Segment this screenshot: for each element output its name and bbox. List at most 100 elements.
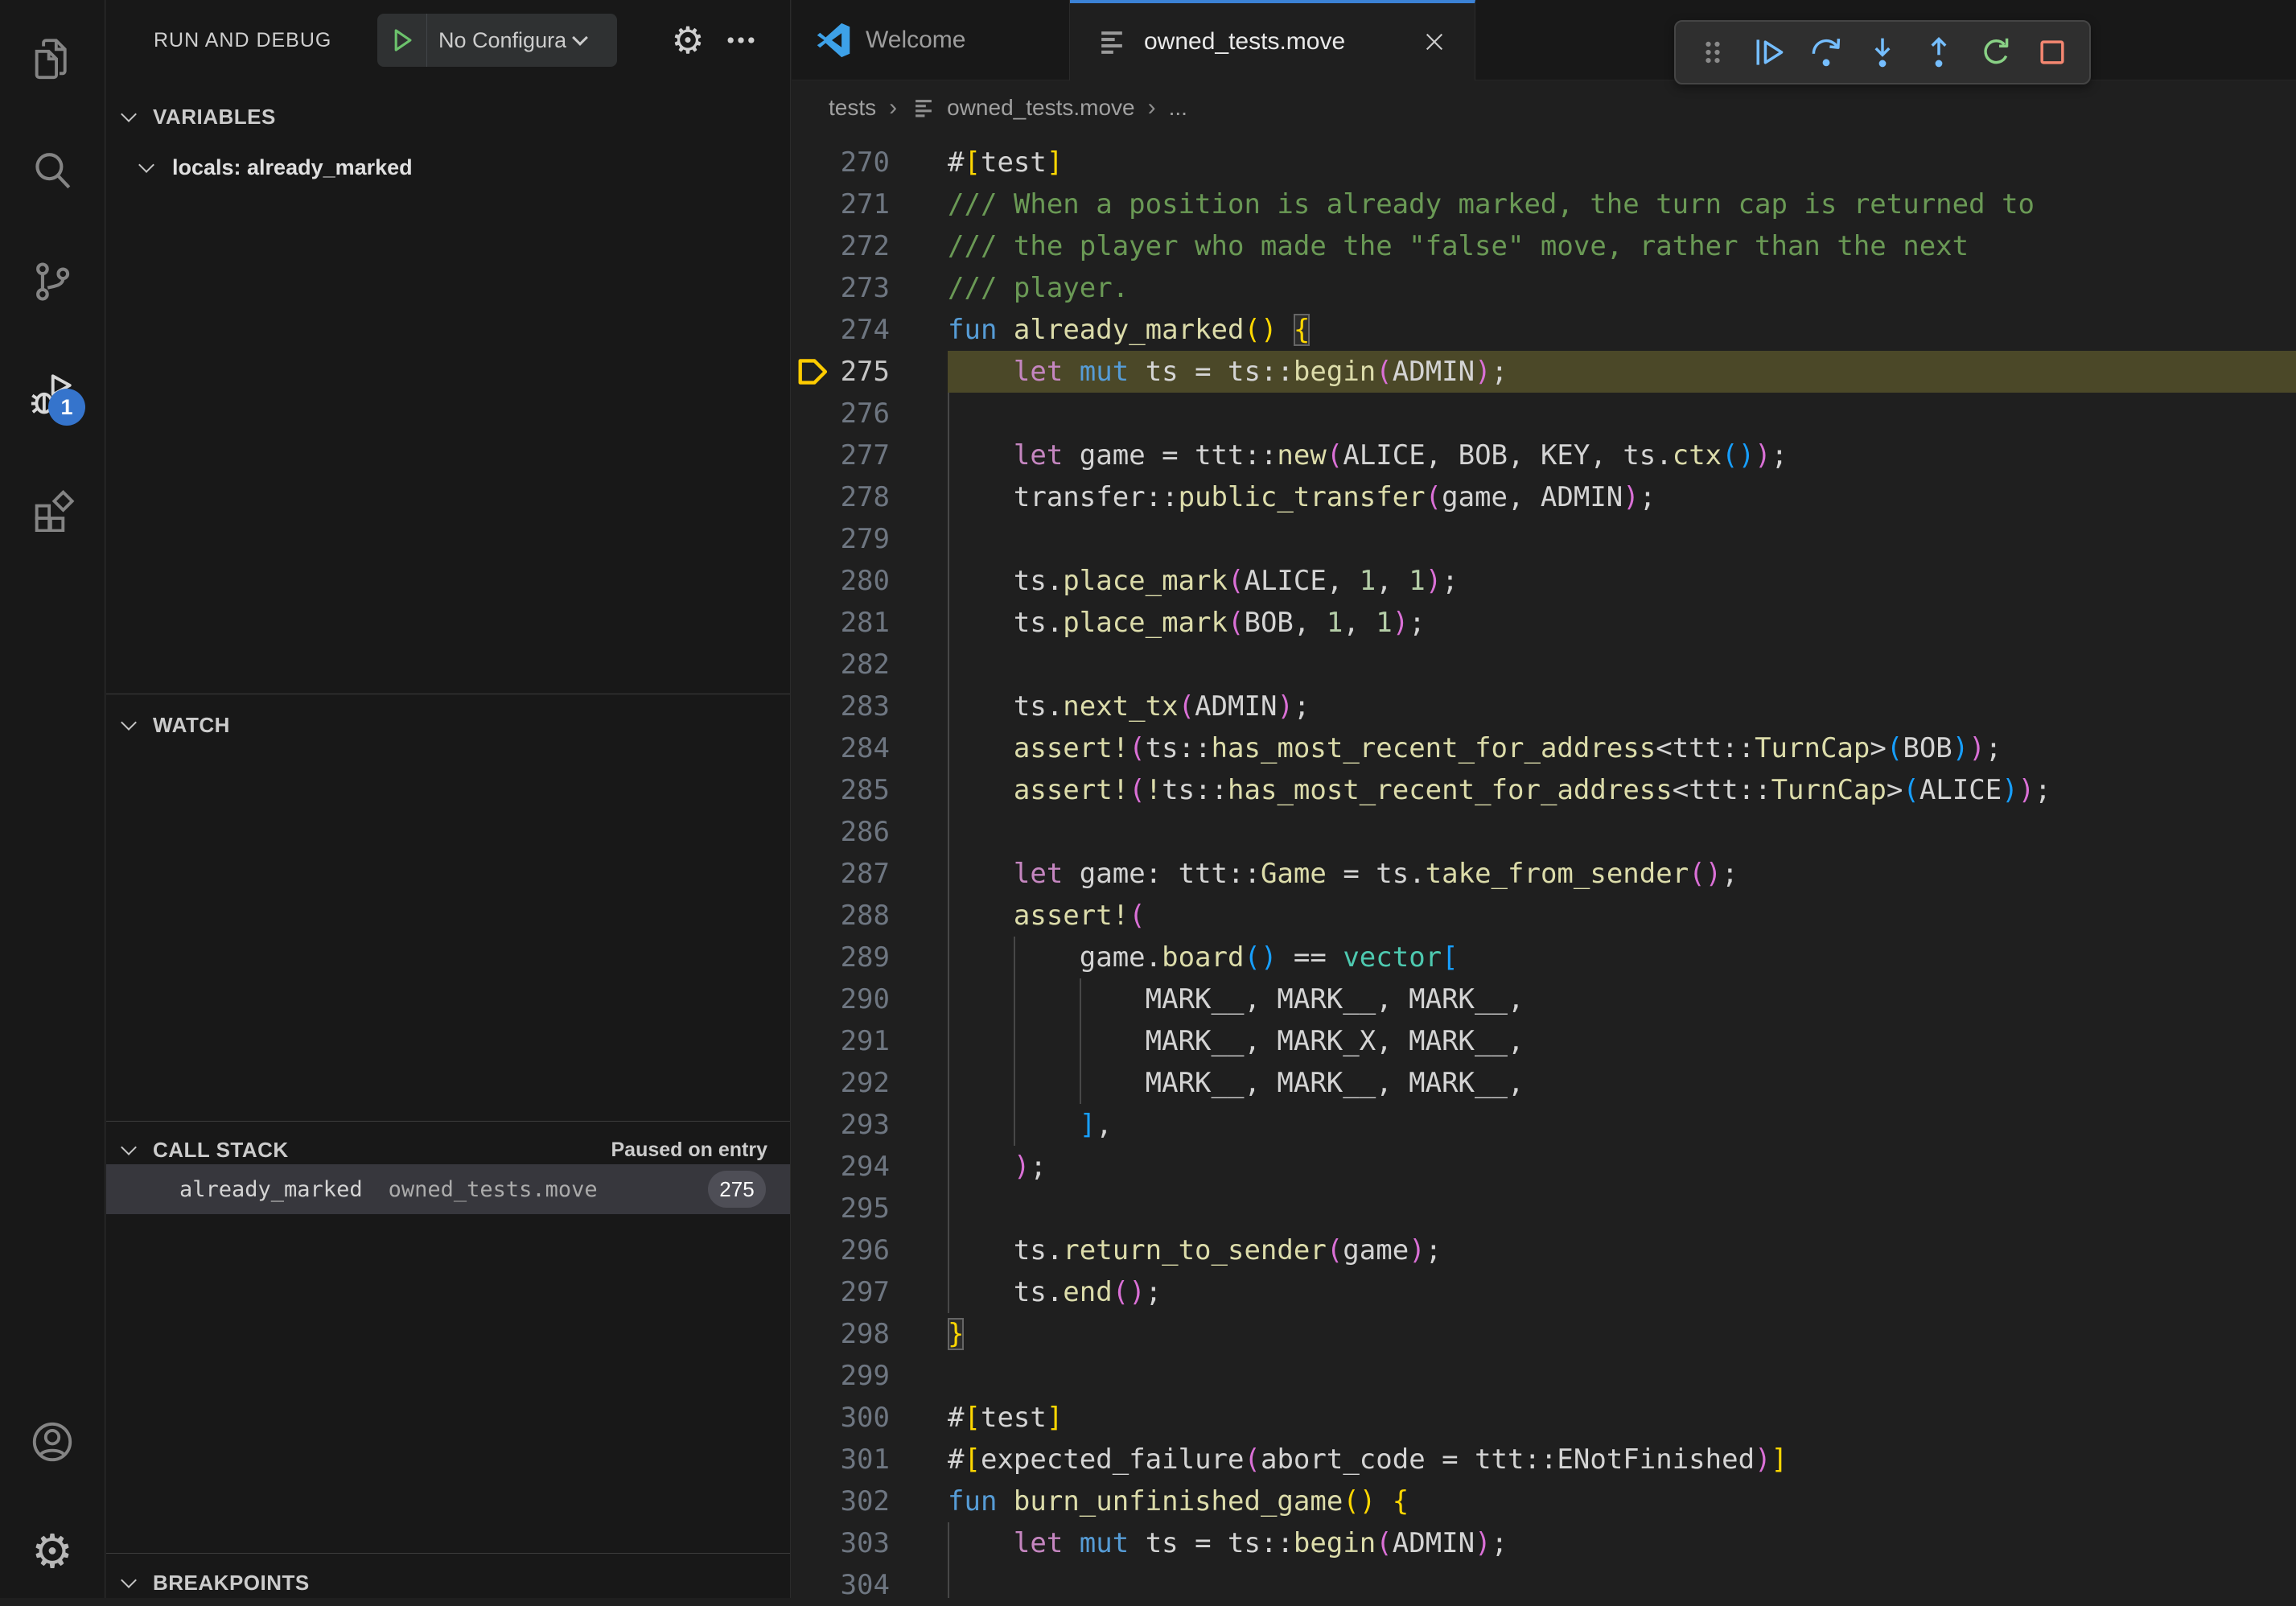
gutter-line[interactable]: 289 [792,937,948,978]
activity-explorer[interactable] [26,31,79,84]
views-more-actions-button[interactable] [720,19,762,61]
step-out-button[interactable] [1918,30,1960,75]
gutter-line[interactable]: 299 [792,1355,948,1397]
tab-welcome[interactable]: Welcome [792,0,1070,80]
gutter-line[interactable]: 291 [792,1020,948,1062]
gutter-line[interactable]: 278 [792,476,948,518]
toolbar-drag-handle[interactable] [1692,30,1734,75]
gutter-line[interactable]: 287 [792,853,948,895]
section-variables[interactable]: VARIABLES [106,95,790,138]
code-line[interactable]: /// the player who made the "false" move… [948,225,2296,267]
code-line[interactable] [948,393,2296,434]
code-line[interactable]: MARK__, MARK__, MARK__, [948,1062,2296,1104]
code-line[interactable] [948,644,2296,686]
gutter-line[interactable]: 303 [792,1522,948,1564]
gutter-line[interactable]: 290 [792,978,948,1020]
gutter-line[interactable]: 286 [792,811,948,853]
code-line[interactable] [948,811,2296,853]
step-over-button[interactable] [1805,30,1847,75]
start-debugging-button[interactable] [377,14,427,67]
close-tab-button[interactable] [1418,26,1450,58]
gutter-line[interactable]: 296 [792,1229,948,1271]
activity-run-and-debug[interactable]: 1 [26,368,79,421]
step-into-button[interactable] [1862,30,1903,75]
code-line[interactable]: ], [948,1104,2296,1146]
stop-button[interactable] [2031,30,2073,75]
activity-account[interactable] [26,1415,79,1468]
gutter-line[interactable]: 304 [792,1564,948,1606]
code-line-current[interactable]: let mut ts = ts::begin(ADMIN); [948,351,2296,393]
gutter-line[interactable]: 292 [792,1062,948,1104]
code-line[interactable]: ts.next_tx(ADMIN); [948,686,2296,727]
gutter-line[interactable]: 279 [792,518,948,560]
code-line[interactable]: ); [948,1146,2296,1188]
debug-config-dropdown[interactable]: No Configura [377,14,617,67]
line-number: 296 [841,1229,890,1271]
code-line[interactable]: ts.return_to_sender(game); [948,1229,2296,1271]
code-line[interactable]: assert!( [948,895,2296,937]
line-number: 288 [841,895,890,937]
call-stack-frame[interactable]: already_marked owned_tests.move 275 [106,1164,790,1214]
activity-extensions[interactable] [26,482,79,535]
code-line[interactable]: fun burn_unfinished_game() { [948,1480,2296,1522]
gutter-line[interactable]: 280 [792,560,948,602]
gutter-line[interactable]: 302 [792,1480,948,1522]
code-line[interactable]: let mut ts = ts::begin(ADMIN); [948,1522,2296,1564]
gutter-line[interactable]: 277 [792,434,948,476]
gutter-line[interactable]: 275 [792,351,948,393]
gutter-line[interactable]: 300 [792,1397,948,1439]
gutter-line[interactable]: 271 [792,183,948,225]
code-line[interactable]: ts.end(); [948,1271,2296,1313]
code-line[interactable] [948,1188,2296,1229]
section-watch[interactable]: WATCH [106,703,790,747]
code-line[interactable]: } [948,1313,2296,1355]
code-line[interactable] [948,1564,2296,1598]
code-line[interactable]: game.board() == vector[ [948,937,2296,978]
gutter-line[interactable]: 272 [792,225,948,267]
tab-owned-tests-move[interactable]: owned_tests.move [1070,0,1475,80]
gutter-line[interactable]: 293 [792,1104,948,1146]
code-line[interactable]: MARK__, MARK__, MARK__, [948,978,2296,1020]
gutter-line[interactable]: 301 [792,1439,948,1480]
variables-scope-locals[interactable]: locals: already_marked [106,145,790,190]
gutter-line[interactable]: 270 [792,142,948,183]
code-line[interactable]: transfer::public_transfer(game, ADMIN); [948,476,2296,518]
gutter-line[interactable]: 288 [792,895,948,937]
code-line[interactable] [948,1355,2296,1397]
gutter-line[interactable]: 284 [792,727,948,769]
gutter-line[interactable]: 298 [792,1313,948,1355]
code-line[interactable]: ts.place_mark(BOB, 1, 1); [948,602,2296,644]
restart-button[interactable] [1975,30,2017,75]
gutter-line[interactable]: 295 [792,1188,948,1229]
gutter-line[interactable]: 283 [792,686,948,727]
activity-search[interactable] [26,144,79,197]
code-line[interactable]: #[expected_failure(abort_code = ttt::ENo… [948,1439,2296,1480]
activity-settings[interactable]: ⚙ [26,1525,79,1578]
code-line[interactable] [948,518,2296,560]
continue-button[interactable] [1748,30,1790,75]
code-line[interactable]: /// When a position is already marked, t… [948,183,2296,225]
debug-settings-button[interactable]: ⚙ [667,19,709,61]
code-line[interactable]: #[test] [948,1397,2296,1439]
breadcrumb-more[interactable]: ... [1169,95,1187,121]
gutter-line[interactable]: 276 [792,393,948,434]
gutter-line[interactable]: 297 [792,1271,948,1313]
code-line[interactable]: ts.place_mark(ALICE, 1, 1); [948,560,2296,602]
gutter-line[interactable]: 294 [792,1146,948,1188]
code-line[interactable]: assert!(!ts::has_most_recent_for_address… [948,769,2296,811]
activity-source-control[interactable] [26,255,79,308]
code-line[interactable]: MARK__, MARK_X, MARK__, [948,1020,2296,1062]
code-line[interactable]: fun already_marked() { [948,309,2296,351]
gutter-line[interactable]: 285 [792,769,948,811]
code-line[interactable]: /// player. [948,267,2296,309]
gutter-line[interactable]: 274 [792,309,948,351]
breadcrumb-file[interactable]: owned_tests.move [947,95,1134,121]
gutter-line[interactable]: 281 [792,602,948,644]
gutter-line[interactable]: 282 [792,644,948,686]
gutter-line[interactable]: 273 [792,267,948,309]
code-line[interactable]: let game = ttt::new(ALICE, BOB, KEY, ts.… [948,434,2296,476]
breadcrumb-folder[interactable]: tests [829,95,876,121]
code-line[interactable]: let game: ttt::Game = ts.take_from_sende… [948,853,2296,895]
code-line[interactable]: assert!(ts::has_most_recent_for_address<… [948,727,2296,769]
code-line[interactable]: #[test] [948,142,2296,183]
